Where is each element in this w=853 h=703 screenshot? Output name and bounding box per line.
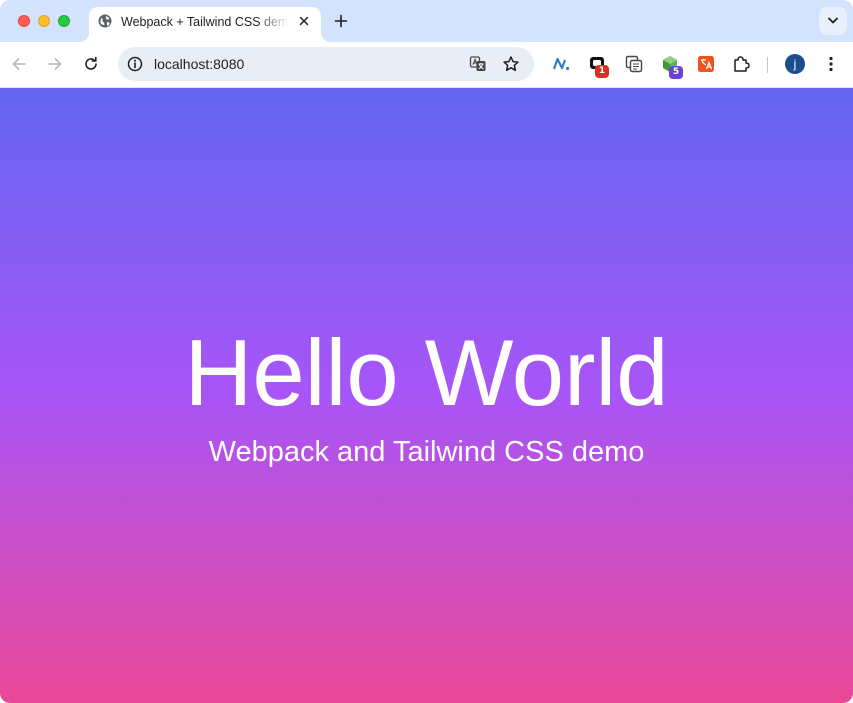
back-arrow-icon[interactable] <box>9 54 29 74</box>
window-maximize-button[interactable] <box>58 15 70 27</box>
close-tab-icon[interactable] <box>297 14 311 28</box>
tab-search-button[interactable] <box>819 7 847 35</box>
bookmark-star-icon[interactable] <box>502 55 520 73</box>
extensions-puzzle-icon[interactable] <box>731 54 751 74</box>
forward-arrow-icon[interactable] <box>45 54 65 74</box>
window-close-button[interactable] <box>18 15 30 27</box>
extension-n-icon[interactable] <box>551 54 571 74</box>
toolbar-divider <box>767 57 768 73</box>
site-info-icon[interactable] <box>125 54 145 74</box>
new-tab-icon[interactable] <box>333 13 349 29</box>
translate-icon[interactable] <box>469 55 487 73</box>
page-subtitle: Webpack and Tailwind CSS demo <box>208 436 645 468</box>
window-minimize-button[interactable] <box>38 15 50 27</box>
more-menu-icon[interactable] <box>821 54 841 74</box>
browser-window: Webpack + Tailwind CSS demo localhost:80… <box>0 0 853 703</box>
globe-icon <box>98 14 112 28</box>
tab-title: Webpack + Tailwind CSS demo <box>121 15 289 29</box>
chevron-down-icon <box>828 17 838 24</box>
extension-copy-icon[interactable] <box>624 54 644 74</box>
tab-strip: Webpack + Tailwind CSS demo <box>0 0 853 42</box>
extension-badge: 5 <box>669 66 683 79</box>
extension-badge: 1 <box>595 65 609 78</box>
page-content: Hello World Webpack and Tailwind CSS dem… <box>0 88 853 703</box>
address-bar[interactable]: localhost:8080 <box>118 47 534 81</box>
extension-translate-orange-icon[interactable] <box>696 54 716 74</box>
browser-toolbar: localhost:8080 1 5 j <box>0 42 853 88</box>
reload-icon[interactable] <box>81 54 101 74</box>
page-headline: Hello World <box>184 320 669 425</box>
profile-avatar[interactable]: j <box>785 54 805 74</box>
url-text[interactable]: localhost:8080 <box>154 55 244 73</box>
tab-active[interactable]: Webpack + Tailwind CSS demo <box>79 7 331 42</box>
